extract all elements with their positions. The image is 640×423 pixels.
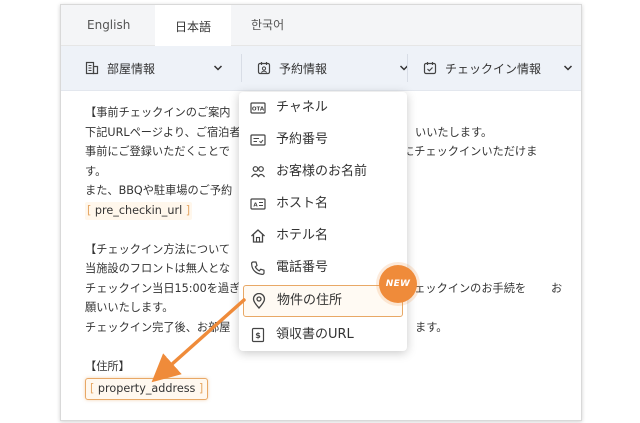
receipt-icon: $ — [251, 327, 265, 343]
house-icon — [251, 229, 265, 243]
checkin-info-button[interactable]: チェックイン情報 — [423, 46, 581, 90]
phone-icon — [251, 261, 265, 276]
menu-item-guest-name[interactable]: お客様のお名前 — [239, 156, 407, 188]
calendar-user-icon — [257, 62, 271, 75]
menu-item-reservation-number[interactable]: 予約番号 — [239, 124, 407, 156]
toolbar-divider — [407, 54, 408, 82]
menu-item-hotel-name[interactable]: ホテル名 — [239, 220, 407, 252]
text-line: [ property_address ] — [85, 378, 565, 400]
language-tabs: English 日本語 한국어 — [61, 5, 581, 46]
svg-text:OTA: OTA — [252, 106, 265, 112]
room-info-label: 部屋情報 — [107, 61, 156, 76]
svg-text:A: A — [253, 202, 258, 208]
location-pin-icon — [252, 292, 266, 309]
variable-tag-property-address[interactable]: [ property_address ] — [85, 378, 209, 400]
text-line: 【住所】 — [85, 359, 130, 373]
menu-item-host-name[interactable]: A ホスト名 — [239, 188, 407, 220]
checkin-info-label: チェックイン情報 — [445, 61, 542, 76]
variable-tag-pre-checkin-url[interactable]: [ pre_checkin_url ] — [85, 201, 193, 220]
tab-korean[interactable]: 한국어 — [237, 5, 298, 45]
variable-toolbar: 部屋情報 予約情報 チェックイン情報 — [61, 46, 581, 91]
reservation-info-dropdown: OTA チャネル 予約番号 お客様のお名前 A ホスト名 ホテル名 電話番号 物… — [239, 92, 407, 351]
tab-japanese[interactable]: 日本語 — [155, 5, 231, 46]
tab-english[interactable]: English — [73, 5, 144, 45]
toolbar-divider — [241, 54, 242, 82]
guests-icon — [251, 166, 265, 178]
chevron-down-icon — [563, 65, 573, 71]
reservation-info-button[interactable]: 予約情報 — [257, 46, 409, 90]
room-info-button[interactable]: 部屋情報 — [85, 46, 235, 90]
svg-text:$: $ — [255, 331, 261, 340]
ticket-icon — [250, 134, 266, 146]
calendar-check-icon — [423, 62, 437, 75]
chevron-down-icon — [213, 65, 223, 71]
reservation-info-label: 予約情報 — [279, 61, 328, 76]
building-icon — [85, 61, 99, 75]
menu-item-receipt-url[interactable]: $ 領収書のURL — [239, 319, 407, 351]
menu-item-channel[interactable]: OTA チャネル — [239, 92, 407, 124]
new-badge: NEW — [379, 265, 417, 303]
id-card-icon: A — [250, 198, 266, 210]
ota-icon: OTA — [250, 102, 266, 114]
